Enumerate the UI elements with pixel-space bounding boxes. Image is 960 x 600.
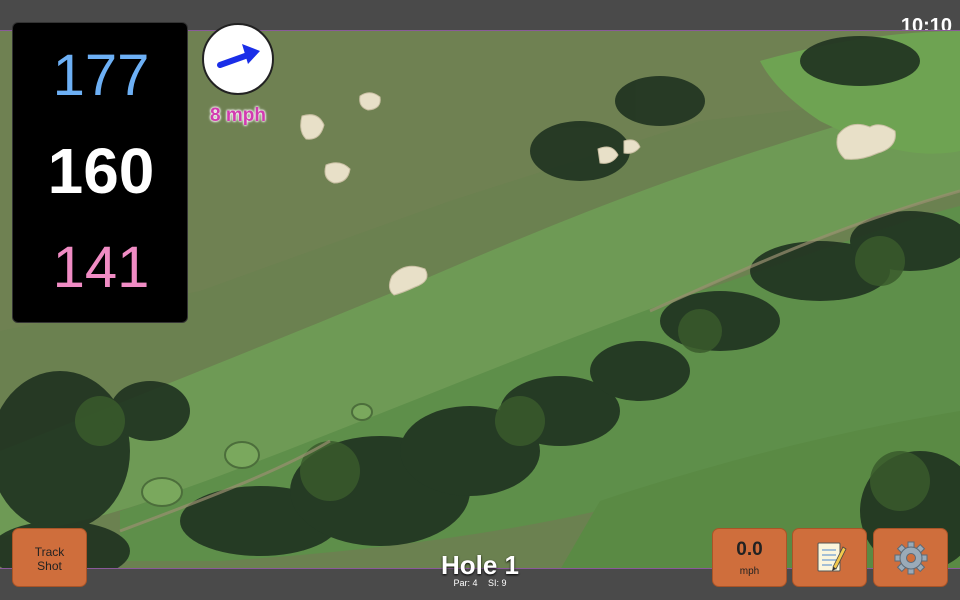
notes-button[interactable]	[792, 528, 867, 587]
wind-speed-label: 8 mph	[210, 105, 266, 126]
wind-indicator	[202, 23, 274, 95]
back-yardage: 177	[52, 43, 150, 108]
notepad-icon	[817, 542, 847, 572]
front-yardage: 141	[52, 235, 150, 300]
hole-title: Hole 1	[440, 550, 520, 580]
stroke-index-label: SI: 9	[488, 578, 507, 588]
gear-icon	[894, 541, 928, 575]
hole-info: Par: 4 SI: 9	[380, 578, 580, 588]
speed-value: 0.0	[736, 539, 763, 560]
track-shot-label: Track Shot	[34, 545, 65, 573]
yardage-panel: 177 160 141	[12, 22, 188, 323]
settings-button[interactable]	[873, 528, 948, 587]
center-yardage: 160	[47, 135, 155, 207]
speed-button[interactable]: 0.0 mph	[712, 528, 787, 587]
par-label: Par: 4	[453, 578, 478, 588]
track-shot-button[interactable]: Track Shot	[12, 528, 87, 587]
arrow-northeast-icon	[217, 44, 260, 68]
speed-unit: mph	[739, 566, 760, 577]
